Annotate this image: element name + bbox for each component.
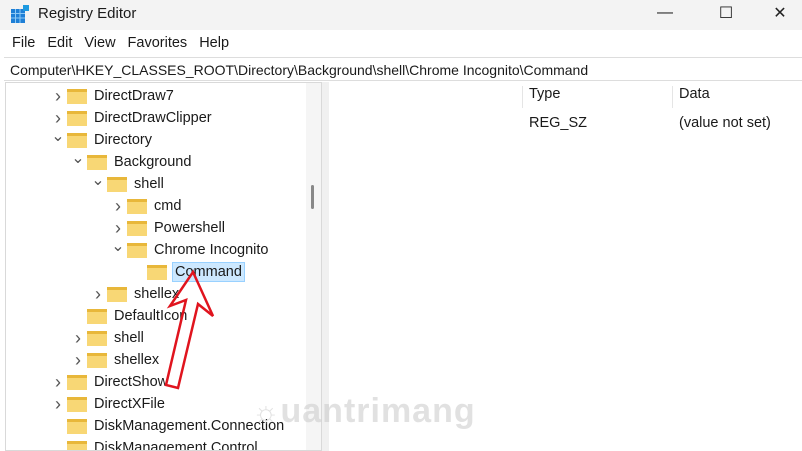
annotation-arrow (164, 269, 215, 390)
